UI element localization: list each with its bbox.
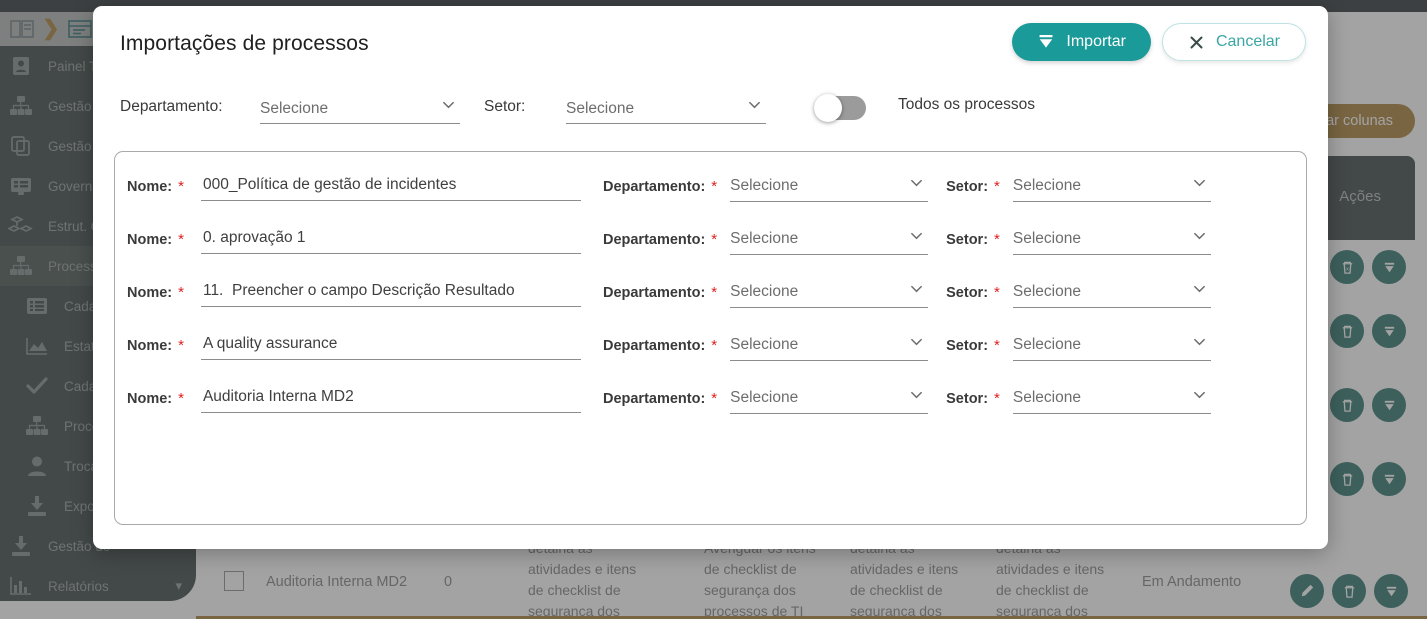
setor-select[interactable]: Selecione bbox=[1012, 384, 1211, 414]
import-processes-dialog: Importações de processos Importar Cancel… bbox=[93, 6, 1328, 549]
nome-input[interactable] bbox=[200, 331, 581, 360]
required-marker: * bbox=[711, 337, 718, 354]
process-row: Nome: * Departamento: * Selecione Setor:… bbox=[115, 213, 1306, 266]
filter-departamento-label: Departamento: bbox=[120, 98, 223, 115]
setor-label: Setor: bbox=[946, 284, 989, 301]
import-button[interactable]: Importar bbox=[1012, 23, 1151, 61]
departamento-select[interactable]: Selecione bbox=[730, 331, 929, 361]
setor-select[interactable]: Selecione bbox=[1012, 172, 1211, 202]
chevron-down-icon bbox=[1192, 387, 1207, 402]
cancel-button[interactable]: Cancelar bbox=[1161, 23, 1306, 61]
dialog-action-buttons: Importar Cancelar bbox=[1012, 23, 1306, 61]
nome-input[interactable] bbox=[200, 225, 581, 254]
dialog-filter-row: Departamento: Selecione Setor: Selecione… bbox=[120, 94, 1300, 138]
chevron-down-icon bbox=[1192, 334, 1207, 349]
departamento-label: Departamento: bbox=[602, 231, 706, 248]
required-marker: * bbox=[711, 231, 718, 248]
departamento-select[interactable]: Selecione bbox=[730, 384, 929, 414]
departamento-label: Departamento: bbox=[602, 178, 706, 195]
setor-value: Selecione bbox=[1012, 336, 1081, 353]
chevron-down-icon bbox=[909, 281, 924, 296]
process-row: Nome: * Departamento: * Selecione Setor:… bbox=[115, 372, 1306, 425]
chevron-down-icon bbox=[441, 97, 456, 112]
process-list-panel: Nome: * Departamento: * Selecione Setor:… bbox=[114, 151, 1307, 525]
required-marker: * bbox=[994, 390, 1000, 407]
setor-value: Selecione bbox=[1012, 389, 1081, 406]
departamento-select[interactable]: Selecione bbox=[730, 225, 929, 255]
setor-label: Setor: bbox=[946, 178, 989, 195]
filter-departamento-value: Selecione bbox=[260, 99, 329, 117]
screen: ❯ ar colunas Ações x Auditoria Interna M… bbox=[0, 0, 1427, 619]
departamento-label: Departamento: bbox=[602, 284, 706, 301]
setor-label: Setor: bbox=[946, 231, 989, 248]
departamento-value: Selecione bbox=[730, 336, 799, 353]
process-row: Nome: * Departamento: * Selecione Setor:… bbox=[115, 160, 1306, 213]
required-marker: * bbox=[711, 284, 718, 301]
import-button-label: Importar bbox=[1066, 33, 1126, 50]
required-marker: * bbox=[994, 178, 1000, 195]
chevron-down-icon bbox=[909, 175, 924, 190]
departamento-value: Selecione bbox=[730, 177, 799, 194]
nome-label: Nome: bbox=[127, 390, 173, 407]
setor-select[interactable]: Selecione bbox=[1012, 278, 1211, 308]
filter-departamento-select[interactable]: Selecione bbox=[260, 94, 460, 124]
required-marker: * bbox=[711, 178, 718, 195]
cancel-button-label: Cancelar bbox=[1215, 33, 1280, 50]
close-x-icon bbox=[1188, 34, 1205, 51]
toggle-knob bbox=[814, 94, 842, 122]
import-eject-icon bbox=[1037, 33, 1055, 51]
process-row: Nome: * Departamento: * Selecione Setor:… bbox=[115, 319, 1306, 372]
required-marker: * bbox=[178, 178, 184, 195]
chevron-down-icon bbox=[909, 334, 924, 349]
nome-input[interactable] bbox=[200, 172, 581, 201]
nome-label: Nome: bbox=[127, 231, 173, 248]
chevron-down-icon bbox=[909, 387, 924, 402]
setor-select[interactable]: Selecione bbox=[1012, 225, 1211, 255]
nome-label: Nome: bbox=[127, 178, 173, 195]
setor-value: Selecione bbox=[1012, 283, 1081, 300]
process-row: Nome: * Departamento: * Selecione Setor:… bbox=[115, 266, 1306, 319]
departamento-value: Selecione bbox=[730, 230, 799, 247]
setor-value: Selecione bbox=[1012, 230, 1081, 247]
setor-value: Selecione bbox=[1012, 177, 1081, 194]
required-marker: * bbox=[994, 284, 1000, 301]
filter-setor-label: Setor: bbox=[484, 98, 526, 115]
dialog-title: Importações de processos bbox=[120, 32, 369, 55]
chevron-down-icon bbox=[747, 97, 762, 112]
required-marker: * bbox=[178, 390, 184, 407]
all-processes-toggle[interactable] bbox=[814, 94, 866, 122]
chevron-down-icon bbox=[1192, 175, 1207, 190]
departamento-select[interactable]: Selecione bbox=[730, 278, 929, 308]
filter-setor-value: Selecione bbox=[566, 99, 635, 117]
required-marker: * bbox=[178, 231, 184, 248]
nome-input[interactable] bbox=[200, 384, 581, 413]
setor-label: Setor: bbox=[946, 390, 989, 407]
all-processes-toggle-label: Todos os processos bbox=[898, 96, 1035, 113]
required-marker: * bbox=[994, 337, 1000, 354]
required-marker: * bbox=[711, 390, 718, 407]
setor-select[interactable]: Selecione bbox=[1012, 331, 1211, 361]
departamento-label: Departamento: bbox=[602, 337, 706, 354]
required-marker: * bbox=[994, 231, 1000, 248]
chevron-down-icon bbox=[1192, 281, 1207, 296]
chevron-down-icon bbox=[909, 228, 924, 243]
filter-setor-select[interactable]: Selecione bbox=[566, 94, 766, 124]
departamento-select[interactable]: Selecione bbox=[730, 172, 929, 202]
nome-label: Nome: bbox=[127, 337, 173, 354]
nome-input[interactable] bbox=[200, 278, 581, 307]
departamento-value: Selecione bbox=[730, 389, 799, 406]
departamento-value: Selecione bbox=[730, 283, 799, 300]
departamento-label: Departamento: bbox=[602, 390, 706, 407]
setor-label: Setor: bbox=[946, 337, 989, 354]
required-marker: * bbox=[178, 284, 184, 301]
required-marker: * bbox=[178, 337, 184, 354]
nome-label: Nome: bbox=[127, 284, 173, 301]
chevron-down-icon bbox=[1192, 228, 1207, 243]
